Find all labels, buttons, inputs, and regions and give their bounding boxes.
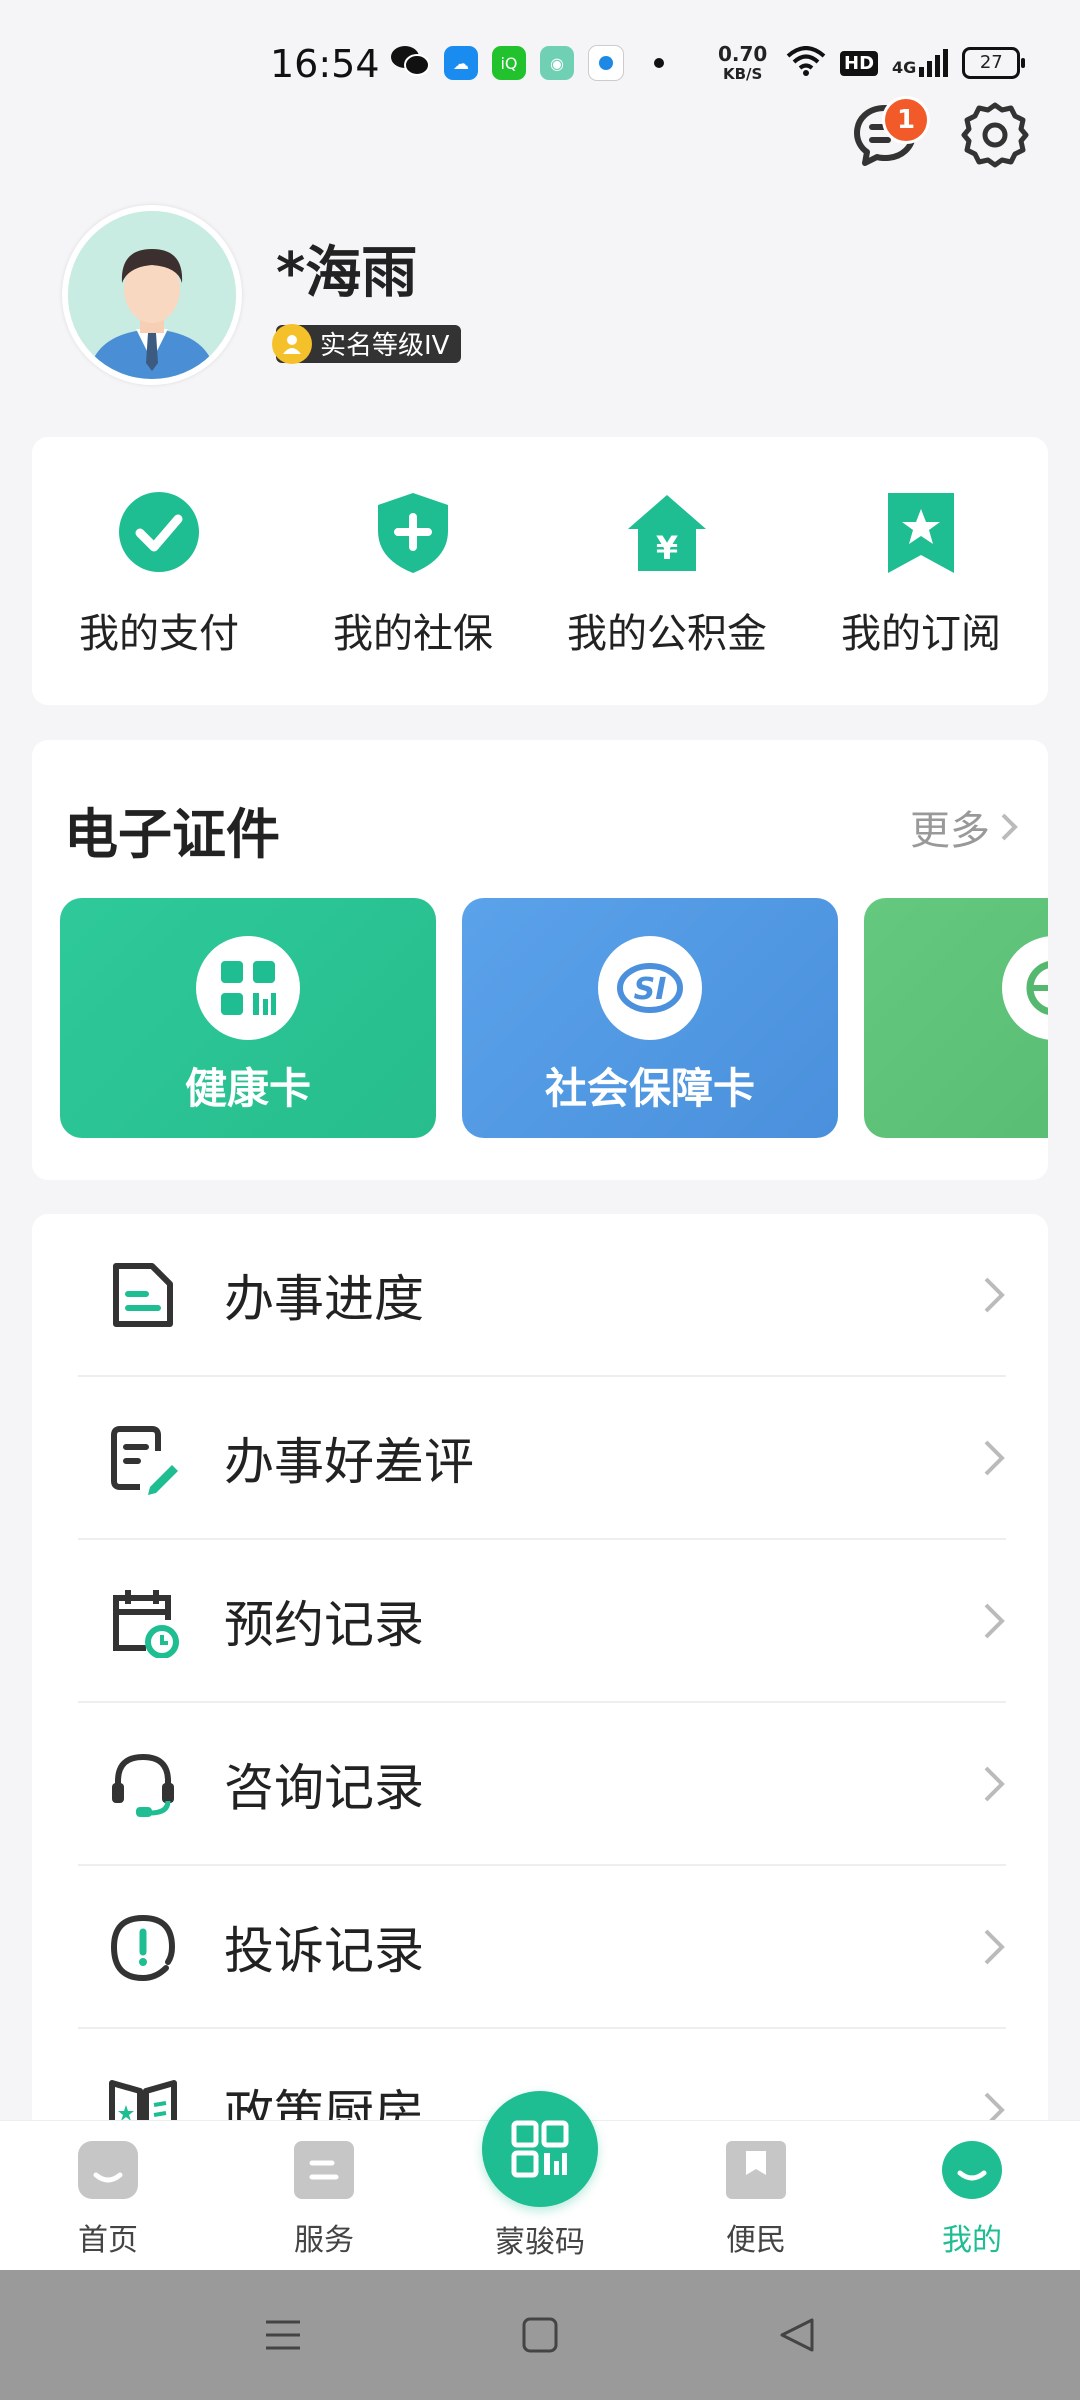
browser-app-icon — [588, 45, 624, 81]
bookmark-star-icon — [888, 493, 954, 573]
person-icon — [272, 323, 312, 364]
profile-section[interactable]: *海雨 实名等级IV — [62, 205, 462, 385]
iqiyi-icon: iQ — [492, 46, 526, 80]
records-menu-card: 办事进度 办事好差评 预约记录 咨询记录 投诉记录 政策厨房 — [32, 1214, 1048, 2214]
system-nav-bar — [0, 2270, 1080, 2400]
tab-code-label: 蒙骏码 — [495, 2225, 585, 2260]
signal-icon: 4G — [892, 49, 949, 77]
settings-button[interactable] — [960, 100, 1030, 170]
quick-link-housing-fund[interactable]: ¥ 我的公积金 — [540, 437, 794, 705]
chevron-right-icon — [984, 1766, 1005, 1801]
hd-icon: HD — [840, 50, 879, 76]
social-security-logo-icon: SI — [598, 936, 702, 1040]
tab-mine[interactable]: 我的 — [892, 2141, 1052, 2259]
menu-item-consultations[interactable]: 咨询记录 — [78, 1703, 1006, 1866]
shield-plus-icon — [378, 493, 448, 573]
net-speed: 0.70 KB/S — [718, 42, 768, 83]
certificates-carousel[interactable]: 健康卡 SI 社会保障卡 驾驶 — [60, 898, 1048, 1138]
qr-code-icon — [511, 2120, 569, 2178]
house-yen-icon: ¥ — [628, 495, 706, 571]
steering-wheel-icon — [1002, 936, 1048, 1040]
user-name: *海雨 — [276, 240, 418, 306]
gear-icon — [961, 102, 1029, 168]
avatar[interactable] — [62, 205, 242, 385]
health-card[interactable]: 健康卡 — [60, 898, 436, 1138]
menu-item-appointments[interactable]: 预约记录 — [78, 1540, 1006, 1703]
svg-text:¥: ¥ — [656, 529, 678, 567]
battery-icon: 27 — [962, 47, 1026, 79]
home-square-icon[interactable] — [519, 2314, 561, 2356]
bottom-tab-bar: 首页 服务 蒙骏码 便民 我的 — [0, 2091, 1080, 2271]
wifi-icon — [786, 46, 826, 80]
music-app-icon: ◉ — [540, 46, 574, 80]
service-icon — [294, 2141, 354, 2199]
menu-item-complaints[interactable]: 投诉记录 — [78, 1866, 1006, 2029]
home-icon — [78, 2141, 138, 2199]
back-triangle-icon[interactable] — [776, 2314, 818, 2356]
status-time: 16:54 — [270, 42, 380, 86]
tab-home[interactable]: 首页 — [28, 2141, 188, 2259]
calendar-clock-icon — [113, 1589, 179, 1658]
cloud-app-icon: ☁ — [444, 46, 478, 80]
smile-icon — [942, 2141, 1002, 2199]
chevron-right-icon — [1001, 813, 1018, 841]
notification-dot-icon — [654, 58, 664, 68]
chevron-right-icon — [984, 1440, 1005, 1475]
quick-link-social-security[interactable]: 我的社保 — [286, 437, 540, 705]
message-button[interactable]: 1 — [850, 96, 930, 170]
certificates-card: 电子证件 更多 健康卡 SI 社会保障卡 驾驶 — [32, 740, 1048, 1180]
wechat-icon — [390, 44, 430, 82]
menu-icon[interactable] — [262, 2314, 304, 2356]
quick-links-card: 我的支付 我的社保 ¥ 我的公积金 我的订阅 — [32, 437, 1048, 705]
message-badge: 1 — [882, 96, 930, 144]
chevron-right-icon — [984, 1277, 1005, 1312]
document-icon — [113, 1262, 173, 1327]
quick-link-payment[interactable]: 我的支付 — [32, 437, 286, 705]
exclamation-circle-icon — [110, 1914, 176, 1981]
certificates-more-link[interactable]: 更多 — [910, 798, 1018, 856]
menu-item-progress[interactable]: 办事进度 — [78, 1214, 1006, 1377]
tab-service[interactable]: 服务 — [244, 2141, 404, 2259]
bookmark-icon — [726, 2141, 786, 2199]
verification-level-badge: 实名等级IV — [272, 323, 462, 364]
tab-code[interactable] — [482, 2091, 598, 2207]
social-security-card[interactable]: SI 社会保障卡 — [462, 898, 838, 1138]
qr-grid-icon — [196, 936, 300, 1040]
check-circle-icon — [119, 492, 199, 572]
tab-convenience[interactable]: 便民 — [676, 2141, 836, 2259]
status-right-icons: HD 4G 27 — [786, 46, 1026, 80]
review-edit-icon — [111, 1425, 178, 1495]
header-actions: 1 — [850, 96, 1030, 170]
headset-icon — [112, 1753, 174, 1817]
svg-text:SI: SI — [634, 972, 667, 1007]
chevron-right-icon — [984, 1929, 1005, 1964]
quick-link-subscription[interactable]: 我的订阅 — [794, 437, 1048, 705]
certificates-title: 电子证件 — [64, 803, 280, 866]
status-app-icons: ☁ iQ ◉ — [390, 44, 680, 82]
menu-item-review[interactable]: 办事好差评 — [78, 1377, 1006, 1540]
chevron-right-icon — [984, 1603, 1005, 1638]
driver-license-card[interactable]: 驾驶 — [864, 898, 1048, 1138]
